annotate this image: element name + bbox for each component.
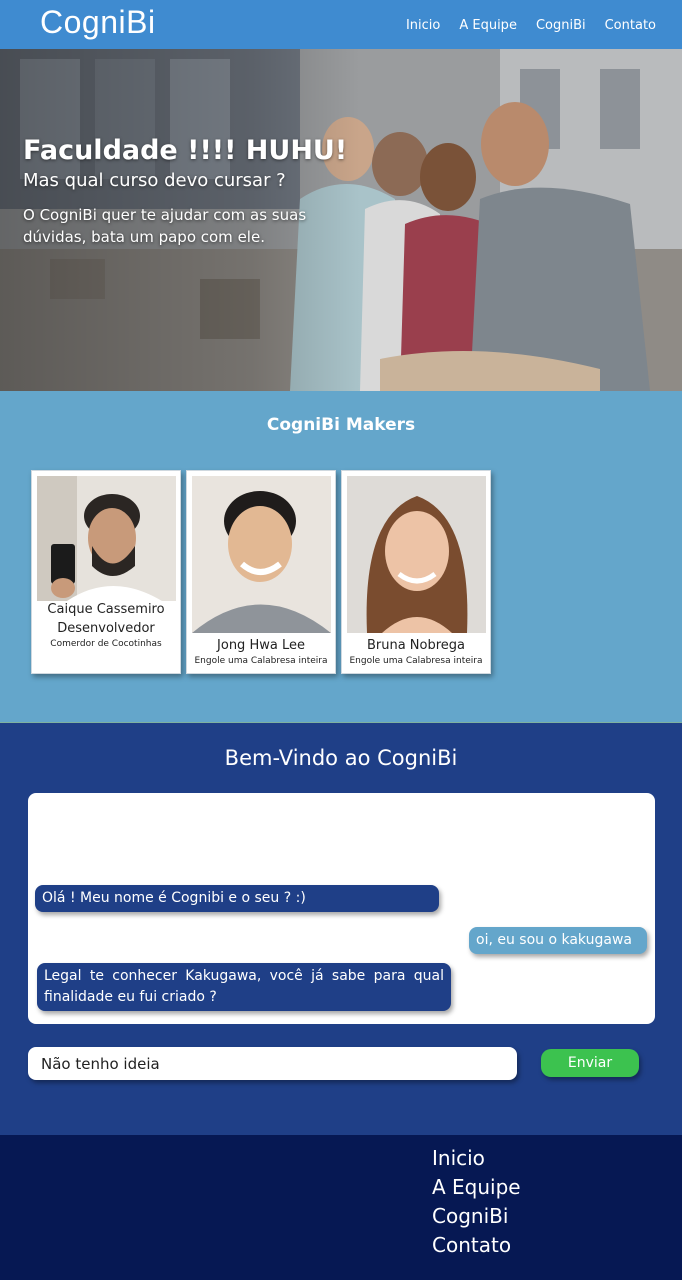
chat-bubble-user: oi, eu sou o kakugawa [469, 927, 647, 954]
nav-link-inicio[interactable]: Inicio [406, 18, 440, 33]
makers-title: CogniBi Makers [266, 415, 416, 435]
makers-section: CogniBi Makers Caique Cassemiro Desenvol… [0, 391, 682, 723]
maker-card-jong: Jong Hwa Lee Engole uma Calabresa inteir… [186, 470, 336, 674]
maker-card-caique: Caique Cassemiro Desenvolvedor Comerdor … [31, 470, 181, 674]
footer-link-a-equipe[interactable]: A Equipe [432, 1173, 521, 1202]
maker-tagline: Engole uma Calabresa inteira [349, 656, 483, 666]
footer-link-contato[interactable]: Contato [432, 1231, 521, 1260]
footer-link-inicio[interactable]: Inicio [432, 1144, 521, 1173]
brand-logo[interactable]: CogniBi [40, 4, 156, 41]
maker-photo-jong [192, 476, 331, 633]
hero-banner: Faculdade !!!! HUHU! Mas qual curso devo… [0, 49, 682, 391]
footer-links: Inicio A Equipe CogniBi Contato [432, 1144, 521, 1260]
maker-photo-bruna [347, 476, 486, 633]
maker-card-bruna: Bruna Nobrega Engole uma Calabresa intei… [341, 470, 491, 674]
hero-description: O CogniBi quer te ajudar com as suas dúv… [23, 206, 307, 246]
nav-link-cognibi[interactable]: CogniBi [536, 18, 586, 33]
nav-links: Inicio A Equipe CogniBi Contato [387, 18, 656, 33]
hero-title: Faculdade !!!! HUHU! [23, 135, 348, 166]
top-navbar: CogniBi Inicio A Equipe CogniBi Contato [0, 0, 682, 49]
maker-role: Desenvolvedor [57, 621, 155, 636]
maker-name: Jong Hwa Lee [217, 638, 305, 653]
maker-tagline: Engole uma Calabresa inteira [194, 656, 328, 666]
maker-photo-caique [37, 476, 176, 601]
chat-title: Bem-Vindo ao CogniBi [224, 746, 458, 770]
chat-section: Bem-Vindo ao CogniBi Olá ! Meu nome é Co… [0, 723, 682, 1135]
maker-name: Bruna Nobrega [366, 638, 466, 653]
hero-subtitle: Mas qual curso devo cursar ? [23, 170, 286, 191]
footer: Inicio A Equipe CogniBi Contato [0, 1135, 682, 1280]
send-button[interactable]: Enviar [541, 1049, 639, 1077]
chat-window[interactable]: Olá ! Meu nome é Cognibi e o seu ? :) oi… [28, 793, 655, 1024]
nav-link-contato[interactable]: Contato [605, 18, 656, 33]
nav-link-a-equipe[interactable]: A Equipe [459, 18, 517, 33]
chat-bubble-bot: Legal te conhecer Kakugawa, você já sabe… [37, 963, 451, 1011]
message-input[interactable] [28, 1047, 517, 1080]
chat-bubble-bot: Olá ! Meu nome é Cognibi e o seu ? :) [35, 885, 439, 912]
maker-name: Caique Cassemiro [47, 602, 165, 617]
footer-link-cognibi[interactable]: CogniBi [432, 1202, 521, 1231]
maker-tagline: Comerdor de Cocotinhas [50, 639, 162, 649]
